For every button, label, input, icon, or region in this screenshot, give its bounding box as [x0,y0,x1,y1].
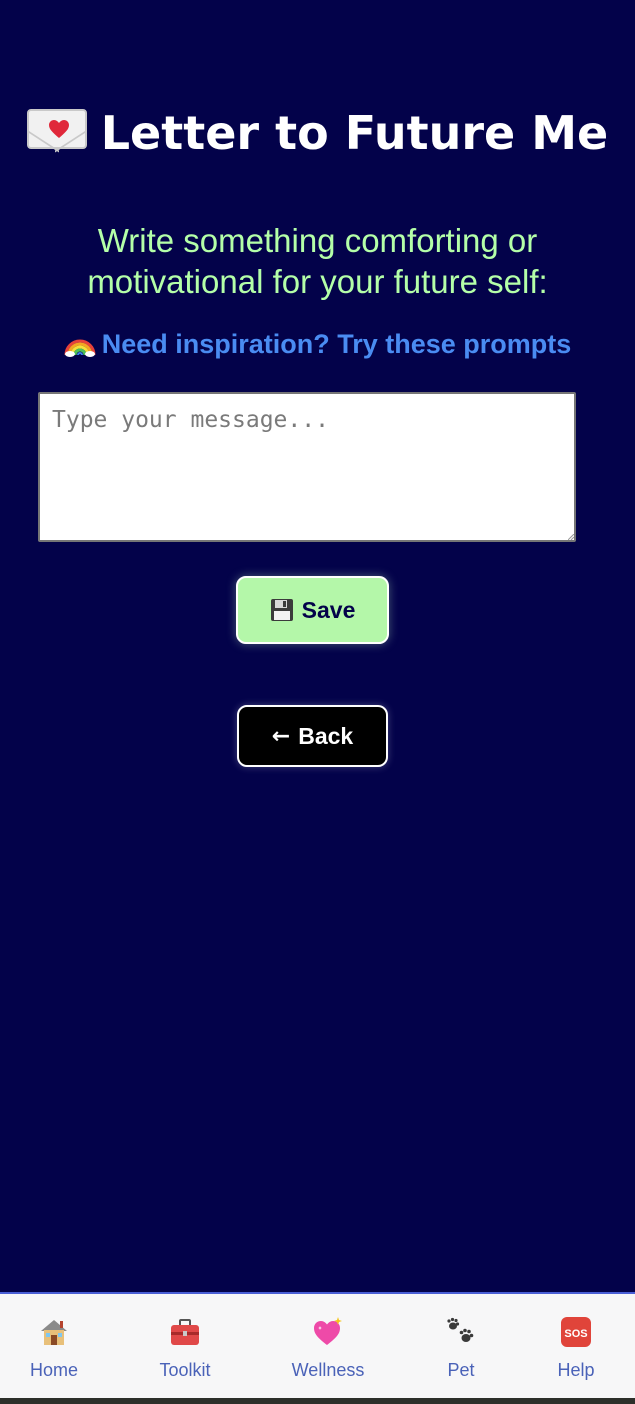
nav-label-toolkit: Toolkit [159,1360,211,1380]
rainbow-icon [64,339,96,357]
nav-label-home: Home [29,1360,78,1380]
sos-icon: SOS [561,1317,591,1347]
save-button-label: Save [301,596,356,623]
love-letter-icon [26,102,87,172]
page-title: Letter to Future Me [0,98,635,172]
nav-label-pet: Pet [447,1360,475,1380]
page-title-text: Letter to Future Me [100,106,609,160]
writing-prompt: Write something comforting or motivation… [87,222,548,300]
floppy-disk-icon [270,599,293,621]
nav-item-help[interactable]: SOS Help [536,1294,616,1398]
bottom-navigation: Home Toolkit Wellness Pet SOS Help [0,1292,635,1398]
nav-item-home[interactable]: Home [4,1294,104,1398]
paw-prints-icon [447,1317,474,1342]
message-input[interactable] [38,392,576,542]
back-button[interactable]: ← Back [237,705,388,767]
window-bottom-edge [0,1398,635,1404]
nav-label-wellness: Wellness [291,1360,365,1380]
inspiration-link[interactable]: Need inspiration? Try these prompts [0,326,635,362]
nav-item-toolkit[interactable]: Toolkit [135,1294,235,1398]
inspiration-link-text: Need inspiration? Try these prompts [101,329,572,359]
nav-item-wellness[interactable]: Wellness [272,1294,384,1398]
house-icon [41,1320,67,1345]
resize-grip-icon[interactable] [568,534,574,540]
save-button[interactable]: Save [236,576,389,644]
letter-screen: Letter to Future Me Write something comf… [0,0,635,1292]
nav-item-pet[interactable]: Pet [420,1294,502,1398]
sparkling-heart-icon [314,1317,342,1345]
back-button-label: Back [298,722,354,749]
nav-label-help: Help [557,1360,595,1380]
left-arrow-icon: ← [271,723,291,749]
toolbox-icon [171,1319,199,1345]
svg-text:SOS: SOS [564,1328,587,1340]
